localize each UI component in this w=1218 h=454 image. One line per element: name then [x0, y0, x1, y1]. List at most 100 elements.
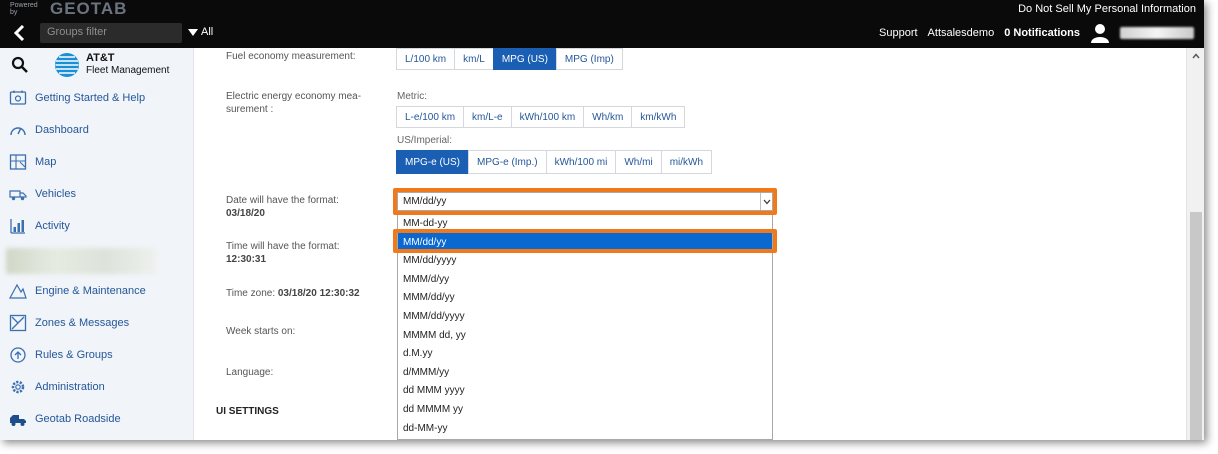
- sidebar-item-rules-groups[interactable]: Rules & Groups: [0, 341, 194, 369]
- sidebar-item-label: Dashboard: [35, 124, 89, 136]
- groups-filter-input[interactable]: Groups filter: [40, 23, 182, 43]
- scroll-up-button[interactable]: [1187, 48, 1204, 64]
- fuel-option-l-100km[interactable]: L/100 km: [396, 48, 456, 70]
- user-name-redacted[interactable]: [1120, 27, 1194, 39]
- do-not-sell-link[interactable]: Do Not Sell My Personal Information: [1018, 3, 1196, 15]
- fuel-option-mpg-imp[interactable]: MPG (Imp): [555, 48, 623, 70]
- date-format-select[interactable]: MM/dd/yy: [397, 192, 773, 211]
- time-format-label-text: Time will have the format:: [226, 241, 340, 252]
- us-imperial-label: US/Imperial:: [397, 135, 453, 146]
- date-option[interactable]: dd-MM-yy: [398, 419, 772, 438]
- date-format-dropdown-list: MM-dd-yy MM/dd/yy MM/dd/yyyy MMM/d/yy MM…: [397, 214, 773, 440]
- sidebar-item-redacted[interactable]: [6, 248, 156, 274]
- scrollbar-thumb[interactable]: [1190, 212, 1202, 440]
- imperial-options: MPG-e (US) MPG-e (Imp.) kWh/100 mi Wh/mi…: [396, 150, 713, 174]
- att-globe-icon: [55, 53, 79, 77]
- time-format-example: 12:30:31: [226, 254, 267, 265]
- date-option[interactable]: MMM/dd/yy: [398, 288, 772, 307]
- date-option[interactable]: d.M.yy: [398, 344, 772, 363]
- metric-label: Metric:: [397, 91, 427, 102]
- date-option-highlighted[interactable]: MM/dd/yy: [398, 232, 772, 252]
- imperial-option-wh-mi[interactable]: Wh/mi: [615, 150, 662, 174]
- time-format-label: Time will have the format: 12:30:31: [226, 240, 340, 266]
- date-option[interactable]: MMM/d/yy: [398, 270, 772, 289]
- metric-option-km-kwh[interactable]: km/kWh: [631, 106, 686, 128]
- fuel-economy-options: L/100 km km/L MPG (US) MPG (Imp): [396, 48, 623, 70]
- week-starts-label: Week starts on:: [226, 326, 296, 337]
- sidebar-item-dashboard[interactable]: Dashboard: [0, 116, 194, 144]
- date-option[interactable]: dd MMMM yy: [398, 400, 772, 419]
- gear-icon: [11, 380, 25, 394]
- date-option[interactable]: d/MMM/yy: [398, 363, 772, 382]
- account-link[interactable]: Attsalesdemo: [928, 27, 995, 39]
- electric-economy-label-line2: surement :: [226, 104, 274, 115]
- imperial-option-mpg-e-imp[interactable]: MPG-e (Imp.): [468, 150, 547, 174]
- date-option[interactable]: MM/dd/yyyy: [398, 251, 772, 270]
- metric-option-kwh-100km[interactable]: kWh/100 km: [510, 106, 585, 128]
- sidebar-item-administration[interactable]: Administration: [0, 373, 194, 401]
- imperial-option-mi-kwh[interactable]: mi/kWh: [660, 150, 713, 174]
- gauge-icon: [10, 127, 26, 136]
- date-option[interactable]: dd MMM yyyy: [398, 381, 772, 400]
- back-button[interactable]: [8, 22, 30, 44]
- att-logo-subtitle: Fleet Management: [86, 65, 170, 76]
- date-format-selected-value: MM/dd/yy: [403, 196, 447, 207]
- rules-icon: [10, 347, 26, 363]
- sidebar-item-engine-maintenance[interactable]: Engine & Maintenance: [0, 277, 194, 305]
- support-link[interactable]: Support: [879, 27, 918, 39]
- all-groups-dropdown[interactable]: All: [188, 26, 213, 38]
- date-option[interactable]: MMM/dd/yyyy: [398, 307, 772, 326]
- sidebar-item-zones-messages[interactable]: Zones & Messages: [0, 309, 194, 337]
- sidebar-item-label: Activity: [35, 220, 70, 232]
- fuel-option-km-l[interactable]: km/L: [454, 48, 494, 70]
- language-label: Language:: [226, 367, 274, 378]
- vertical-scrollbar[interactable]: [1186, 48, 1204, 440]
- metric-option-km-l-e[interactable]: km/L-e: [463, 106, 512, 128]
- sidebar-item-geotab-roadside[interactable]: Geotab Roadside: [0, 405, 194, 433]
- date-option[interactable]: MM-dd-yy: [398, 214, 772, 233]
- sidebar-item-label: Map: [35, 156, 57, 168]
- sidebar-item-map[interactable]: Map: [0, 148, 194, 176]
- imperial-option-mpg-e-us[interactable]: MPG-e (US): [396, 150, 469, 174]
- zones-icon: [9, 314, 27, 332]
- search-icon[interactable]: [11, 56, 29, 74]
- ui-settings-heading: UI SETTINGS: [216, 406, 279, 417]
- top-bar: Powered by GEOTAB Do Not Sell My Persona…: [0, 0, 1204, 48]
- sidebar: AT&T Fleet Management Getting Started & …: [0, 48, 194, 440]
- top-right-menu: Support Attsalesdemo 0 Notifications: [879, 21, 1194, 45]
- sidebar-item-vehicles[interactable]: Vehicles: [0, 180, 194, 208]
- sidebar-item-getting-started[interactable]: Getting Started & Help: [0, 84, 194, 112]
- imperial-option-kwh-100mi[interactable]: kWh/100 mi: [545, 150, 617, 174]
- map-icon: [9, 154, 27, 170]
- all-label: All: [201, 26, 214, 38]
- user-icon[interactable]: [1090, 23, 1110, 43]
- chevron-down-icon: [763, 199, 770, 204]
- metric-option-l-e-100km[interactable]: L-e/100 km: [396, 106, 465, 128]
- powered-by-text: Powered by: [10, 2, 38, 16]
- date-format-label: Date will have the format: 03/18/20: [226, 194, 339, 220]
- date-option[interactable]: MMMM dd, yy: [398, 326, 772, 345]
- tow-truck-icon: [10, 415, 26, 426]
- time-zone-row: Time zone: 03/18/20 12:30:32: [226, 287, 360, 300]
- sidebar-item-activity[interactable]: Activity: [0, 212, 194, 240]
- notifications-link[interactable]: 0 Notifications: [1004, 27, 1080, 39]
- metric-options: L-e/100 km km/L-e kWh/100 km Wh/km km/kW…: [396, 106, 686, 128]
- sidebar-search-row: AT&T Fleet Management: [0, 48, 194, 82]
- bar-chart-icon: [10, 219, 25, 234]
- electric-economy-label: Electric energy economy mea- surement :: [226, 90, 361, 116]
- select-arrow[interactable]: [760, 193, 772, 210]
- date-format-example: 03/18/20: [226, 208, 265, 219]
- help-box-icon: [9, 90, 27, 105]
- engine-icon: [9, 283, 27, 299]
- sidebar-item-label: Zones & Messages: [35, 317, 130, 329]
- date-format-label-text: Date will have the format:: [226, 195, 339, 206]
- fuel-option-mpg-us[interactable]: MPG (US): [492, 48, 557, 70]
- time-zone-label: Time zone:: [226, 288, 276, 299]
- app-window: Powered by GEOTAB Do Not Sell My Persona…: [0, 0, 1204, 440]
- sidebar-item-label: Engine & Maintenance: [35, 285, 146, 297]
- sidebar-item-label: Administration: [35, 381, 105, 393]
- metric-option-wh-km[interactable]: Wh/km: [583, 106, 633, 128]
- settings-panel: Fuel economy measurement: L/100 km km/L …: [194, 48, 1186, 440]
- geotab-logo: GEOTAB: [50, 0, 128, 18]
- sidebar-item-label: Rules & Groups: [35, 349, 113, 361]
